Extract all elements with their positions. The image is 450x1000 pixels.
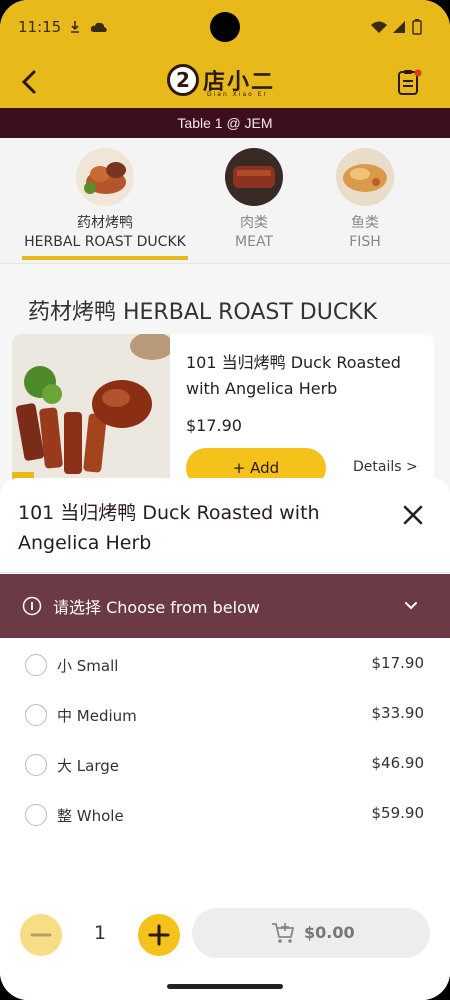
tab-meat[interactable]: 肉类 MEAT [222, 148, 286, 250]
tab-herbal-cn: 药材烤鸭 [77, 215, 133, 231]
sheet-divider [0, 572, 450, 573]
signal-icon [393, 21, 405, 33]
option-row[interactable]: 中 Medium $33.90 [0, 690, 450, 740]
app-bar: 2 店小二 Dian Xiao Er [0, 56, 450, 108]
logo-pinyin: Dian Xiao Er [207, 91, 268, 98]
option-row[interactable]: 大 Large $46.90 [0, 740, 450, 790]
duck-photo [12, 334, 174, 494]
back-arrow-icon[interactable] [14, 66, 46, 98]
cart-total: $0.00 [304, 923, 355, 942]
tab-meat-en: MEAT [235, 234, 273, 250]
option-price: $46.90 [371, 754, 425, 772]
decrease-button[interactable] [20, 914, 62, 956]
home-indicator[interactable] [167, 984, 283, 989]
wifi-icon [371, 21, 387, 33]
status-bar: 11:15 [0, 0, 450, 56]
sheet-footer: 1 $0.00 [0, 904, 450, 974]
tab-herbal-roast-duck[interactable]: 药材烤鸭 HERBAL ROAST DUCKK [22, 148, 188, 260]
status-time: 11:15 [18, 18, 62, 36]
option-radio[interactable] [25, 704, 47, 726]
option-name: 中 Medium [57, 707, 137, 725]
choose-header[interactable]: 请选择 Choose from below [0, 574, 450, 638]
option-name: 大 Large [57, 757, 119, 775]
chevron-down-icon[interactable] [402, 596, 420, 614]
logo-badge: 2 [167, 64, 199, 96]
option-price: $59.90 [371, 804, 425, 822]
fish-thumbnail [336, 148, 394, 206]
option-name: 小 Small [57, 657, 119, 675]
option-radio[interactable] [25, 754, 47, 776]
tab-herbal-en: HERBAL ROAST DUCKK [24, 234, 186, 250]
active-tab-indicator [22, 256, 188, 260]
order-list-icon[interactable] [396, 68, 422, 96]
category-tabs: 药材烤鸭 HERBAL ROAST DUCKK 肉类 MEAT 鱼类 FISH [0, 138, 450, 264]
details-link[interactable]: Details > [353, 459, 418, 475]
option-radio[interactable] [25, 654, 47, 676]
quantity-value: 1 [93, 922, 107, 944]
plus-icon [148, 924, 170, 946]
table-banner: Table 1 @ JEM [0, 108, 450, 138]
minus-icon [30, 933, 52, 937]
cart-add-icon [272, 923, 295, 943]
info-icon [22, 596, 42, 616]
add-to-cart-button[interactable]: $0.00 [192, 908, 430, 958]
option-row[interactable]: 整 Whole $59.90 [0, 790, 450, 840]
tab-fish-en: FISH [349, 234, 381, 250]
option-name: 整 Whole [57, 807, 124, 825]
option-price: $17.90 [371, 654, 425, 672]
option-row[interactable]: 小 Small $17.90 [0, 640, 450, 690]
item-name: 101 当归烤鸭 Duck Roasted with Angelica Herb [186, 353, 401, 398]
options-sheet: 101 当归烤鸭 Duck Roasted with Angelica Herb… [0, 478, 450, 1000]
item-price: $17.90 [186, 416, 242, 435]
tab-fish-cn: 鱼类 [351, 215, 379, 231]
notification-icon [71, 21, 79, 33]
camera-cutout [210, 12, 240, 42]
choose-label: 请选择 Choose from below [53, 598, 260, 617]
section-title: 药材烤鸭 HERBAL ROAST DUCKK [28, 300, 378, 325]
system-nav-bar [0, 972, 450, 1000]
cloud-icon [90, 22, 107, 32]
sheet-title: 101 当归烤鸭 Duck Roasted with Angelica Herb [18, 502, 320, 554]
tab-fish[interactable]: 鱼类 FISH [333, 148, 397, 250]
phone-screen: 11:15 2 店小二 Dian Xiao Er Table 1 @ JEM 药… [0, 0, 450, 1000]
tab-meat-cn: 肉类 [240, 215, 268, 231]
increase-button[interactable] [138, 914, 180, 956]
battery-icon [412, 19, 422, 35]
brand-logo: 2 店小二 Dian Xiao Er [165, 62, 285, 102]
close-icon[interactable] [400, 502, 426, 528]
meat-thumbnail [225, 148, 283, 206]
option-price: $33.90 [371, 704, 425, 722]
option-radio[interactable] [25, 804, 47, 826]
herbal-duck-thumbnail [76, 148, 134, 206]
menu-item-card[interactable]: 101 当归烤鸭 Duck Roasted with Angelica Herb… [12, 334, 434, 494]
